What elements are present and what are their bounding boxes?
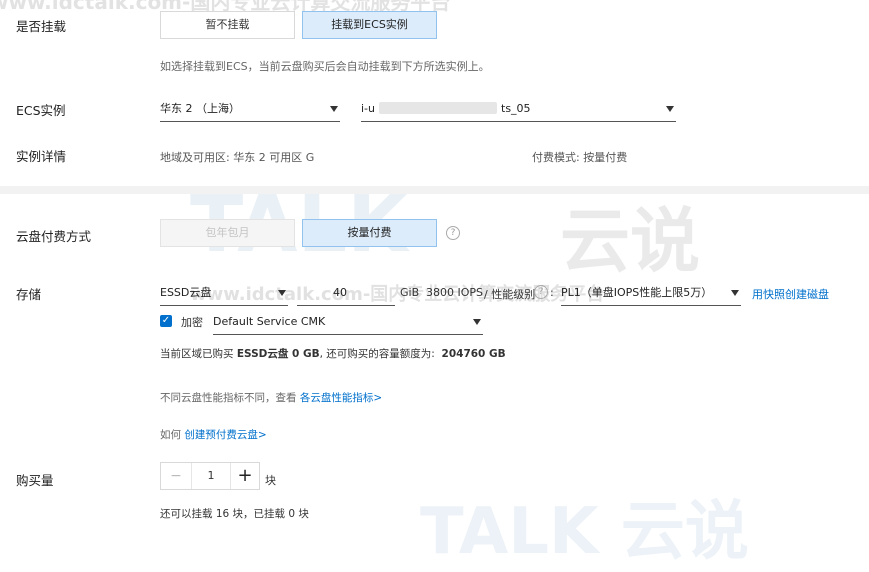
quantity-stepper[interactable]: − 1 + xyxy=(160,462,260,490)
snapshot-create-link[interactable]: 用快照创建磁盘 xyxy=(752,286,829,302)
instance-select-suffix: ts_05 xyxy=(501,102,531,115)
purchase-quota: 204760 GB xyxy=(441,348,506,360)
instance-select[interactable]: i-u ts_05 xyxy=(361,96,676,122)
encrypt-checkbox[interactable]: ✓ xyxy=(160,315,172,327)
watermark-bottom-brand: TALK xyxy=(420,495,599,569)
perf-level-colon: : xyxy=(550,286,554,299)
instance-select-prefix: i-u xyxy=(361,102,375,115)
prepaid-note: 如何 创建预付费云盘> xyxy=(160,427,267,442)
quantity-increment-button[interactable]: + xyxy=(230,463,259,489)
mount-option-ecs-button[interactable]: 挂载到ECS实例 xyxy=(302,11,437,39)
perf-note-text: 不同云盘性能指标不同，查看 xyxy=(160,392,297,404)
purchased-prefix: 当前区域已购买 xyxy=(160,348,234,360)
region-select-value: 华东 2 （上海） xyxy=(160,102,240,115)
quantity-label: 购买量 xyxy=(16,473,54,488)
perf-level-select[interactable]: PL1（单盘IOPS性能上限5万） xyxy=(561,280,741,306)
perf-level-label-text: 性能级别 xyxy=(491,288,536,301)
disk-size-input[interactable]: 40 xyxy=(297,280,395,306)
chevron-down-icon xyxy=(330,106,338,112)
quantity-decrement-button[interactable]: − xyxy=(161,463,192,489)
chevron-down-icon xyxy=(473,319,481,325)
chevron-down-icon xyxy=(278,290,286,296)
ecs-instance-label: ECS实例 xyxy=(16,103,66,118)
perf-level-label: / 性能级别 xyxy=(484,288,536,301)
perf-metrics-link[interactable]: 各云盘性能指标> xyxy=(300,392,382,404)
instance-detail-label: 实例详情 xyxy=(16,149,67,164)
disk-type-select[interactable]: ESSD云盘 xyxy=(160,280,288,306)
mount-hint: 如选择挂载到ECS，当前云盘购买后会自动挂载到下方所选实例上。 xyxy=(160,60,490,73)
question-circle-icon[interactable]: ? xyxy=(534,285,548,299)
quantity-value[interactable]: 1 xyxy=(191,463,231,489)
quantity-note: 还可以挂载 16 块，已挂载 0 块 xyxy=(160,508,309,520)
watermark-bottom-brand-cn: 云说 xyxy=(620,495,749,569)
instance-zone: 地域及可用区: 华东 2 可用区 G xyxy=(160,151,315,164)
perf-level-value: PL1（单盘IOPS性能上限5万） xyxy=(561,286,713,299)
billing-label: 云盘付费方式 xyxy=(16,229,92,244)
watermark-brand-cn: 云说 xyxy=(560,200,700,282)
billing-subscription-button[interactable]: 包年包月 xyxy=(160,219,295,247)
billing-payg-button[interactable]: 按量付费 xyxy=(302,219,437,247)
disk-size-unit: GiB xyxy=(400,286,420,299)
prepaid-note-text: 如何 xyxy=(160,429,181,441)
mount-option-none-button[interactable]: 暂不挂载 xyxy=(160,11,295,39)
watermark-bottom: TALK 云说 xyxy=(420,480,749,572)
chevron-down-icon xyxy=(731,290,739,296)
instance-billing-mode: 付费模式: 按量付费 xyxy=(532,151,628,164)
purchased-info: 当前区域已购买 ESSD云盘 0 GB, 还可购买的容量额度为: 204760 … xyxy=(160,346,506,361)
region-select[interactable]: 华东 2 （上海） xyxy=(160,96,340,122)
purchased-mid: , 还可购买的容量额度为: xyxy=(319,348,435,360)
question-circle-icon[interactable]: ? xyxy=(446,226,460,240)
encrypt-label: 加密 xyxy=(181,316,203,329)
perf-note: 不同云盘性能指标不同，查看 各云盘性能指标> xyxy=(160,390,382,405)
storage-label: 存储 xyxy=(16,287,42,302)
chevron-down-icon xyxy=(666,106,674,112)
disk-type-value: ESSD云盘 xyxy=(160,286,212,299)
kms-key-select[interactable]: Default Service CMK xyxy=(213,309,483,335)
quantity-unit: 块 xyxy=(265,474,276,487)
disk-iops: 3800 IOPS xyxy=(426,286,484,299)
mount-label: 是否挂载 xyxy=(16,19,67,34)
create-prepaid-disk-link[interactable]: 创建预付费云盘> xyxy=(184,429,266,441)
section-divider xyxy=(0,186,869,194)
redacted-instance-id xyxy=(379,102,497,114)
kms-key-value: Default Service CMK xyxy=(213,315,326,328)
disk-size-value: 40 xyxy=(333,286,347,299)
purchased-amount: ESSD云盘 0 GB xyxy=(236,348,320,360)
